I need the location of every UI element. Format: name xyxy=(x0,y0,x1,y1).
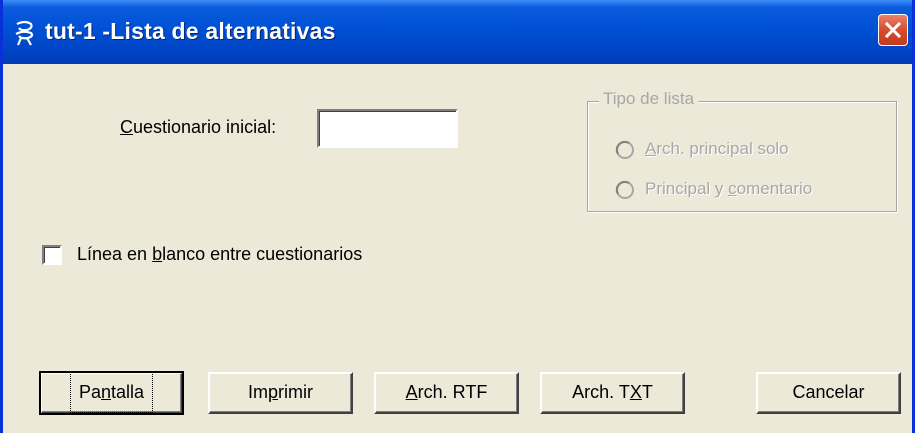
radio-label: Arch. principal solo xyxy=(645,139,789,158)
dialog-window: tut-1 -Lista de alternativas Cuestionari… xyxy=(0,0,915,433)
app-glyph-icon xyxy=(15,20,34,46)
cuestionario-label: Cuestionario inicial: xyxy=(120,117,277,137)
radio-icon xyxy=(615,140,634,159)
arch-rtf-button[interactable]: Arch. RTF xyxy=(374,372,519,414)
radio-label: Principal y comentario xyxy=(645,179,813,198)
cuestionario-input[interactable] xyxy=(317,109,458,148)
arch-txt-button[interactable]: Arch. TXT xyxy=(540,372,685,414)
radio-arch-principal-solo[interactable]: Arch. principal solo xyxy=(615,139,789,160)
close-button[interactable] xyxy=(878,14,908,46)
cancelar-button[interactable]: Cancelar xyxy=(756,372,901,414)
radio-icon xyxy=(615,180,634,199)
linea-blanco-label: Línea en blanco entre cuestionarios xyxy=(77,244,363,264)
radio-principal-comentario[interactable]: Principal y comentario xyxy=(615,179,812,200)
linea-blanco-checkbox[interactable] xyxy=(42,245,62,265)
imprimir-button[interactable]: Imprimir xyxy=(208,372,353,414)
window-title: tut-1 -Lista de alternativas xyxy=(45,18,336,44)
pantalla-button[interactable]: Pantalla xyxy=(39,371,184,415)
title-bar[interactable]: tut-1 -Lista de alternativas xyxy=(3,0,912,64)
close-icon xyxy=(884,21,902,39)
tipo-lista-legend: Tipo de lista xyxy=(599,89,699,109)
